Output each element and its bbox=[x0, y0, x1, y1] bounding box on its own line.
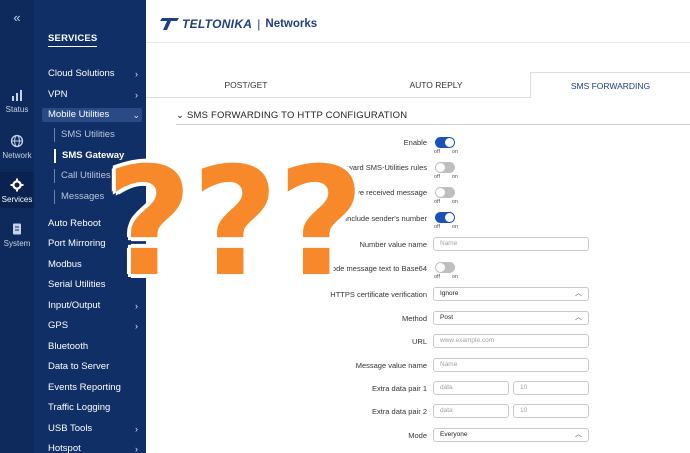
chevron-right-icon: › bbox=[135, 444, 138, 453]
sidebar-item-hotspot[interactable]: Hotspot › bbox=[48, 442, 140, 453]
toggle-legend: off on bbox=[434, 224, 458, 230]
header-divider bbox=[146, 42, 690, 43]
message-value-name-label: Message value name bbox=[355, 361, 427, 370]
sidebar-item-label: USB Tools bbox=[48, 423, 93, 434]
sidebar-item-bluetooth[interactable]: Bluetooth bbox=[48, 340, 140, 354]
gear-icon bbox=[10, 178, 24, 192]
tab-divider bbox=[146, 97, 530, 98]
sidebar-item-label: VPN bbox=[48, 89, 68, 100]
sidebar-item-label: Traffic Logging bbox=[48, 402, 111, 413]
toggle-legend: off on bbox=[434, 174, 458, 180]
brand-separator: | bbox=[257, 17, 261, 31]
rail-item-label: Services bbox=[1, 195, 33, 204]
mode-select[interactable]: Everyone ︿ bbox=[433, 428, 589, 442]
encode-base64-toggle[interactable] bbox=[435, 262, 455, 273]
sidebar-item-mobile-utilities[interactable]: Mobile Utilities ⌄ bbox=[42, 108, 142, 122]
collapse-sidebar-icon[interactable]: « bbox=[0, 10, 34, 25]
forward-rules-toggle[interactable] bbox=[435, 162, 455, 173]
chevron-down-icon: ⌄ bbox=[176, 110, 185, 121]
sidebar-item-label: Serial Utilities bbox=[48, 279, 106, 290]
sidebar-item-gps[interactable]: GPS › bbox=[48, 319, 140, 333]
rail-item-services[interactable]: Services bbox=[0, 172, 34, 208]
sidebar-item-cloud-solutions[interactable]: Cloud Solutions › bbox=[48, 67, 140, 81]
extra1-label: Extra data pair 1 bbox=[371, 384, 427, 393]
chevron-right-icon: › bbox=[135, 90, 138, 100]
message-value-name-input[interactable]: Name bbox=[433, 358, 589, 372]
brand-product: Networks bbox=[265, 18, 318, 30]
brand-header[interactable]: TELTONIKA | Networks bbox=[160, 14, 317, 34]
extra1-value-input[interactable]: 10 bbox=[513, 381, 589, 395]
sidebar-item-label: Cloud Solutions bbox=[48, 68, 115, 79]
extra1-key-input[interactable]: data bbox=[433, 381, 509, 395]
url-input[interactable]: www.example.com bbox=[433, 334, 589, 348]
tab-sms-forwarding[interactable]: SMS FORWARDING bbox=[530, 72, 690, 98]
section-header[interactable]: ⌄ SMS FORWARDING TO HTTP CONFIGURATION bbox=[176, 110, 407, 121]
extra2-key-input[interactable]: data bbox=[433, 404, 509, 418]
chevron-down-icon: ⌄ bbox=[132, 110, 140, 120]
rail-item-label: System bbox=[3, 239, 31, 248]
sidebar-item-events-reporting[interactable]: Events Reporting bbox=[48, 381, 140, 395]
sidebar-item-label: Hotspot bbox=[48, 443, 81, 453]
sidebar-item-label: Auto Reboot bbox=[48, 218, 101, 229]
include-sender-toggle[interactable] bbox=[435, 212, 455, 223]
question-mark: ? bbox=[277, 136, 365, 310]
https-verify-select[interactable]: Ignore ︿ bbox=[433, 287, 589, 301]
question-mark: ? bbox=[191, 136, 279, 310]
sidebar-item-usb-tools[interactable]: USB Tools › bbox=[48, 422, 140, 436]
rail-item-label: Status bbox=[5, 105, 29, 114]
sidebar-item-label: Mobile Utilities bbox=[48, 109, 110, 120]
tab-post-get[interactable]: POST/GET bbox=[166, 72, 326, 98]
select-value: Ignore bbox=[440, 290, 459, 297]
dont-save-toggle[interactable] bbox=[435, 187, 455, 198]
document-icon bbox=[13, 223, 21, 235]
sidebar-item-label: Events Reporting bbox=[48, 382, 121, 393]
tab-bar: POST/GET AUTO REPLY SMS FORWARDING bbox=[146, 72, 690, 98]
rail-item-system[interactable]: System bbox=[0, 222, 34, 248]
sidebar-item-label: Port Mirroring bbox=[48, 238, 106, 249]
select-value: Everyone bbox=[440, 431, 468, 438]
brand-name: TELTONIKA bbox=[182, 17, 253, 31]
sidebar-item-vpn[interactable]: VPN › bbox=[48, 88, 140, 102]
icon-rail: « Status Network Services System bbox=[0, 0, 34, 453]
toggle-legend: off on bbox=[434, 199, 458, 205]
chevron-up-icon: ︿ bbox=[575, 431, 582, 438]
chevron-right-icon: › bbox=[135, 69, 138, 79]
number-value-name-input[interactable]: Name bbox=[433, 237, 589, 251]
status-bars-icon bbox=[12, 90, 22, 101]
rail-item-status[interactable]: Status bbox=[0, 88, 34, 114]
sidebar-item-label: Data to Server bbox=[48, 361, 110, 372]
tab-auto-reply[interactable]: AUTO REPLY bbox=[356, 72, 516, 98]
enable-toggle[interactable] bbox=[435, 137, 455, 148]
sidebar-item-traffic-logging[interactable]: Traffic Logging bbox=[48, 401, 140, 415]
select-value: Post bbox=[440, 314, 454, 321]
chevron-right-icon: › bbox=[135, 424, 138, 434]
sidebar-heading: SERVICES bbox=[48, 33, 98, 47]
enable-label: Enable bbox=[403, 138, 427, 147]
method-label: Method bbox=[401, 314, 427, 323]
url-label: URL bbox=[411, 337, 427, 346]
chevron-right-icon: › bbox=[135, 321, 138, 331]
rail-item-label: Network bbox=[2, 151, 32, 160]
sidebar-item-data-to-server[interactable]: Data to Server bbox=[48, 360, 140, 374]
section-title: SMS FORWARDING TO HTTP CONFIGURATION bbox=[187, 110, 408, 121]
sidebar-item-label: GPS bbox=[48, 320, 69, 331]
mode-label: Mode bbox=[408, 431, 427, 440]
sidebar-item-label: Modbus bbox=[48, 259, 82, 270]
method-select[interactable]: Post ︿ bbox=[433, 311, 589, 325]
globe-icon bbox=[10, 134, 24, 148]
teltonika-logo-icon bbox=[160, 18, 179, 30]
sidebar-item-label: Input/Output bbox=[48, 300, 101, 311]
section-divider bbox=[176, 124, 690, 125]
question-mark: ? bbox=[105, 136, 193, 310]
sidebar-item-label: Bluetooth bbox=[48, 341, 89, 352]
extra2-value-input[interactable]: 10 bbox=[513, 404, 589, 418]
toggle-legend: off on bbox=[434, 274, 458, 280]
question-marks-overlay: ? ? ? bbox=[104, 148, 366, 298]
number-value-name-label: Number value name bbox=[359, 240, 427, 249]
chevron-up-icon: ︿ bbox=[575, 314, 582, 321]
extra2-label: Extra data pair 2 bbox=[371, 407, 427, 416]
chevron-up-icon: ︿ bbox=[575, 290, 582, 297]
toggle-legend: off on bbox=[434, 149, 458, 155]
rail-item-network[interactable]: Network bbox=[0, 134, 34, 160]
